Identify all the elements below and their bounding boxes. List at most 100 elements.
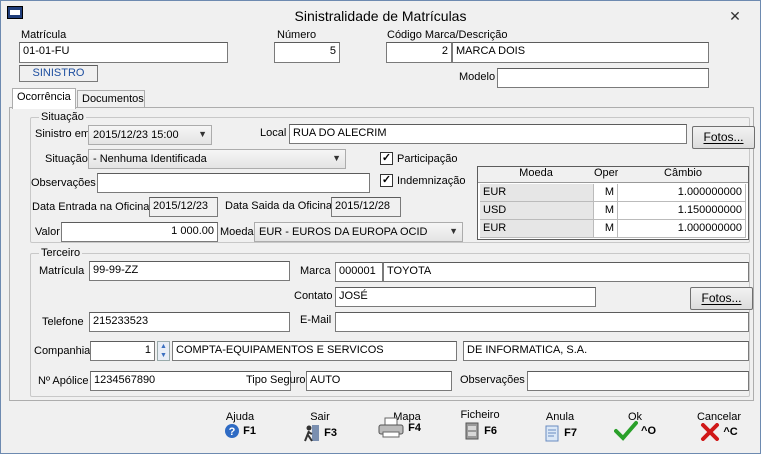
situacao-select[interactable]: - Nenhuma Identificada ▼	[88, 149, 346, 169]
chevron-down-icon: ▼	[449, 226, 458, 236]
window-title: Sinistralidade de Matrículas	[294, 8, 467, 24]
grid-cell-moeda[interactable]: USD	[480, 202, 594, 220]
data-entrada-label: Data Entrada na Oficina	[32, 201, 150, 213]
ficheiro-button[interactable]: Ficheiro F6	[455, 409, 505, 441]
mapa-key: F4	[408, 421, 421, 434]
title-bar: Sinistralidade de Matrículas ✕	[1, 1, 760, 31]
grid-header-oper: Oper.	[594, 167, 621, 183]
apolice-label: Nº Apólice	[38, 375, 89, 387]
mapa-button[interactable]: Mapa F4	[373, 411, 425, 439]
numero-field[interactable]: 5	[274, 42, 340, 63]
marca-code-field[interactable]: 2	[386, 42, 452, 63]
contato-label: Contato	[294, 290, 333, 302]
participacao-label: Participação	[397, 153, 458, 165]
telefone-label: Telefone	[42, 316, 84, 328]
close-button[interactable]: ✕	[725, 9, 745, 23]
matricula-field[interactable]: 01-01-FU	[19, 42, 228, 63]
moeda-label: Moeda	[220, 226, 254, 238]
ajuda-button[interactable]: Ajuda ? F1	[215, 411, 265, 439]
ok-key: ^O	[641, 424, 657, 437]
email-label: E-Mail	[300, 314, 332, 326]
observacoes-field[interactable]	[97, 173, 370, 193]
main-window: Sinistralidade de Matrículas ✕ Matrícula…	[0, 0, 761, 454]
companhia-name2-field[interactable]: DE INFORMATICA, S.A.	[463, 341, 749, 361]
fotos-button-label: Fotos...	[703, 130, 744, 144]
sair-button[interactable]: Sair F3	[295, 411, 345, 443]
modelo-field[interactable]	[497, 68, 709, 88]
grid-cell-oper[interactable]: M	[594, 184, 618, 202]
exit-icon	[304, 425, 320, 442]
grid-header-cambio: Câmbio	[618, 167, 748, 183]
indemnizacao-label: Indemnização	[397, 175, 466, 187]
companhia-name-field[interactable]: COMPTA-EQUIPAMENTOS E SERVICOS	[172, 341, 457, 361]
ajuda-key: F1	[243, 424, 256, 437]
tab-ocorrencia[interactable]: Ocorrência	[12, 88, 76, 109]
terceiro-group-title: Terceiro	[39, 247, 83, 259]
currency-grid: Moeda Oper. Câmbio EUR M 1.000000000 USD…	[477, 166, 749, 240]
grid-cell-cambio[interactable]: 1.000000000	[618, 184, 746, 202]
companhia-code-field[interactable]: 1	[90, 341, 155, 361]
companhia-spinner[interactable]: ▲ ▼	[157, 341, 170, 361]
moeda-select[interactable]: EUR - EUROS DA EUROPA OCID ▼	[254, 222, 463, 242]
participacao-checkbox[interactable]: ✓	[380, 152, 393, 165]
data-saida-field[interactable]: 2015/12/28	[331, 197, 401, 217]
companhia-label: Companhia	[34, 345, 91, 357]
grid-cell-cambio[interactable]: 1.000000000	[618, 220, 746, 238]
situacao-label: Situação	[45, 153, 88, 165]
terceiro-fotos-button[interactable]: Fotos...	[690, 287, 753, 310]
sinistro-em-select[interactable]: 2015/12/23 15:00 ▼	[88, 125, 212, 145]
terceiro-marca-desc-field[interactable]: TOYOTA	[383, 262, 749, 282]
valor-field[interactable]: 1 000.00	[61, 222, 218, 242]
tipo-seguro-field[interactable]: AUTO	[306, 371, 452, 391]
grid-header-moeda: Moeda	[478, 167, 594, 183]
observacoes-label: Observações	[31, 177, 96, 189]
checkmark-icon	[613, 421, 638, 441]
numero-label: Número	[277, 29, 317, 41]
indemnizacao-checkbox[interactable]: ✓	[380, 174, 393, 187]
local-field[interactable]: RUA DO ALECRIM	[289, 124, 687, 144]
situacao-value: - Nenhuma Identificada	[93, 153, 207, 165]
fotos-button-label: Fotos...	[701, 291, 742, 305]
marca-desc-field[interactable]: MARCA DOIS	[452, 42, 709, 63]
terceiro-marca-label: Marca	[300, 265, 331, 277]
svg-text:?: ?	[229, 426, 236, 438]
chevron-down-icon: ▼	[332, 153, 341, 163]
printer-icon	[378, 417, 404, 438]
data-entrada-field[interactable]: 2015/12/23	[149, 197, 218, 217]
chevron-down-icon: ▼	[198, 129, 207, 139]
cancelar-button[interactable]: Cancelar ^C	[691, 411, 747, 441]
grid-cell-cambio[interactable]: 1.150000000	[618, 202, 746, 220]
grid-cell-oper[interactable]: M	[594, 220, 618, 238]
file-cabinet-icon	[465, 422, 479, 440]
help-icon: ?	[225, 424, 240, 438]
terceiro-observacoes-label: Observações	[460, 374, 525, 386]
marca-label: Código Marca/Descrição	[387, 29, 508, 41]
anula-key: F7	[564, 426, 577, 439]
situacao-group-title: Situação	[39, 111, 86, 123]
grid-cell-moeda[interactable]: EUR	[480, 184, 594, 202]
terceiro-observacoes-field[interactable]	[527, 371, 749, 391]
tab-documentos[interactable]: Documentos	[77, 90, 145, 108]
telefone-field[interactable]: 215233523	[89, 312, 290, 332]
terceiro-matricula-field[interactable]: 99-99-ZZ	[89, 261, 290, 281]
ficheiro-key: F6	[484, 424, 497, 437]
grid-cell-moeda[interactable]: EUR	[480, 220, 594, 238]
anula-label: Anula	[545, 411, 575, 423]
anula-button[interactable]: Anula F7	[535, 411, 585, 443]
valor-label: Valor	[35, 226, 60, 238]
terceiro-matricula-label: Matrícula	[39, 265, 85, 277]
cancel-doc-icon	[545, 425, 559, 442]
situacao-fotos-button[interactable]: Fotos...	[692, 126, 755, 149]
cancelar-label: Cancelar	[696, 411, 742, 423]
ok-button[interactable]: Ok ^O	[610, 411, 660, 442]
local-label: Local	[260, 127, 287, 139]
matricula-label: Matrícula	[21, 29, 67, 41]
tipo-seguro-label: Tipo Seguro	[246, 374, 306, 386]
cancelar-key: ^C	[723, 425, 738, 438]
sinistro-em-label: Sinistro em	[35, 128, 91, 140]
terceiro-marca-code-field[interactable]: 000001	[335, 262, 383, 282]
grid-cell-oper[interactable]: M	[594, 202, 618, 220]
email-field[interactable]	[335, 312, 749, 332]
ajuda-label: Ajuda	[225, 411, 255, 423]
contato-field[interactable]: JOSÉ	[335, 287, 596, 307]
